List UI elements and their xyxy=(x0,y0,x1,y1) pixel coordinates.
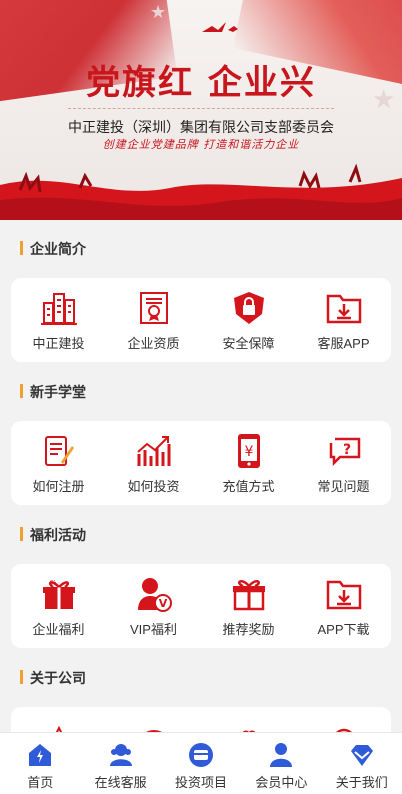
grid-item-label: 安全保障 xyxy=(222,336,275,351)
user-icon xyxy=(270,743,293,767)
star-icon: ★ xyxy=(150,2,167,23)
tab-label: 关于我们 xyxy=(335,775,388,790)
banner-red-wave xyxy=(0,163,402,220)
banner-title: 党旗红 企业兴 xyxy=(86,63,316,103)
grid-item-label: 企业福利 xyxy=(32,622,85,637)
register-notepad-icon xyxy=(40,433,78,469)
download-folder-icon xyxy=(325,576,363,612)
grid-item-label: 推荐奖励 xyxy=(222,622,275,637)
grid-item-label: 如何注册 xyxy=(32,479,85,494)
banner-subtitle: 中正建投（深圳）集团有限公司支部委员会 xyxy=(68,119,334,135)
wallet-icon xyxy=(188,743,213,767)
tab-online-service[interactable]: 在线客服 xyxy=(80,733,160,794)
bottom-tabbar: 首页 在线客服 投资项目 会员中心 关于我们 xyxy=(0,732,402,794)
grid-item-label: APP下载 xyxy=(317,622,370,637)
grid-item-how-invest[interactable]: 如何投资 xyxy=(106,421,201,505)
grid-item-referral[interactable]: 推荐奖励 xyxy=(201,564,296,648)
grid-item-label: 充值方式 xyxy=(222,479,275,494)
section-title-beginner: 新手学堂 xyxy=(20,382,86,402)
card-welfare: % 企业福利 V VIP福利 推荐奖励 APP下载 xyxy=(11,564,391,648)
question-bubble-icon: ? xyxy=(325,433,363,469)
banner: ★ ★ 党旗红 企业兴 中正建投（深圳）集团有限公司支部委员会 创建企业党建品牌… xyxy=(0,0,402,220)
svg-text:%: % xyxy=(50,579,57,587)
tab-label: 会员中心 xyxy=(255,775,308,790)
card-beginner: 如何注册 如何投资 ¥ 充值方式 ? 常见问题 xyxy=(11,421,391,505)
banner-divider xyxy=(68,108,334,109)
svg-text:?: ? xyxy=(342,442,350,458)
grid-item-qualification[interactable]: 企业资质 xyxy=(106,278,201,362)
card-company-intro: 中正建投 企业资质 安全保障 客服APP xyxy=(11,278,391,362)
section-title-welfare: 福利活动 xyxy=(20,525,86,545)
grid-item-company-welfare[interactable]: % 企业福利 xyxy=(11,564,106,648)
phone-yen-icon: ¥ xyxy=(230,433,268,469)
svg-text:V: V xyxy=(158,597,167,610)
section-title-company-intro: 企业简介 xyxy=(20,239,86,259)
grid-item-service-app[interactable]: 客服APP xyxy=(296,278,391,362)
download-folder-icon xyxy=(325,290,363,326)
grid-item-label: 中正建投 xyxy=(32,336,85,351)
vip-user-icon: V xyxy=(135,576,173,612)
gift-box-icon: % xyxy=(40,576,78,612)
diamond-icon xyxy=(350,745,373,766)
svg-text:¥: ¥ xyxy=(244,444,253,460)
certificate-icon xyxy=(135,290,173,326)
grid-item-label: 常见问题 xyxy=(317,479,370,494)
grid-item-label: VIP福利 xyxy=(130,622,177,637)
service-icon xyxy=(109,744,132,766)
grid-item-how-register[interactable]: 如何注册 xyxy=(11,421,106,505)
tab-member-center[interactable]: 会员中心 xyxy=(241,733,321,794)
tab-home[interactable]: 首页 xyxy=(0,733,80,794)
present-bow-icon xyxy=(230,576,268,612)
section-title-about: 关于公司 xyxy=(20,668,86,688)
grid-item-label: 企业资质 xyxy=(127,336,180,351)
grid-item-faq[interactable]: ? 常见问题 xyxy=(296,421,391,505)
building-icon xyxy=(40,290,78,326)
grid-item-label: 如何投资 xyxy=(127,479,180,494)
tab-label: 投资项目 xyxy=(174,775,227,790)
banner-slogan: 创建企业党建品牌 打造和谐活力企业 xyxy=(102,138,300,151)
tab-about-us[interactable]: 关于我们 xyxy=(322,733,402,794)
grid-item-label: 客服APP xyxy=(317,336,370,351)
dove-icon xyxy=(202,22,238,32)
home-icon xyxy=(29,744,52,766)
grid-item-app-download[interactable]: APP下载 xyxy=(296,564,391,648)
tab-investment[interactable]: 投资项目 xyxy=(161,733,241,794)
grid-item-security[interactable]: 安全保障 xyxy=(201,278,296,362)
bar-chart-up-icon xyxy=(135,433,173,469)
shield-lock-icon xyxy=(230,290,268,326)
tab-label: 首页 xyxy=(27,775,54,790)
tab-label: 在线客服 xyxy=(94,775,147,790)
grid-item-zhongzheng[interactable]: 中正建投 xyxy=(11,278,106,362)
grid-item-recharge[interactable]: ¥ 充值方式 xyxy=(201,421,296,505)
grid-item-vip-welfare[interactable]: V VIP福利 xyxy=(106,564,201,648)
